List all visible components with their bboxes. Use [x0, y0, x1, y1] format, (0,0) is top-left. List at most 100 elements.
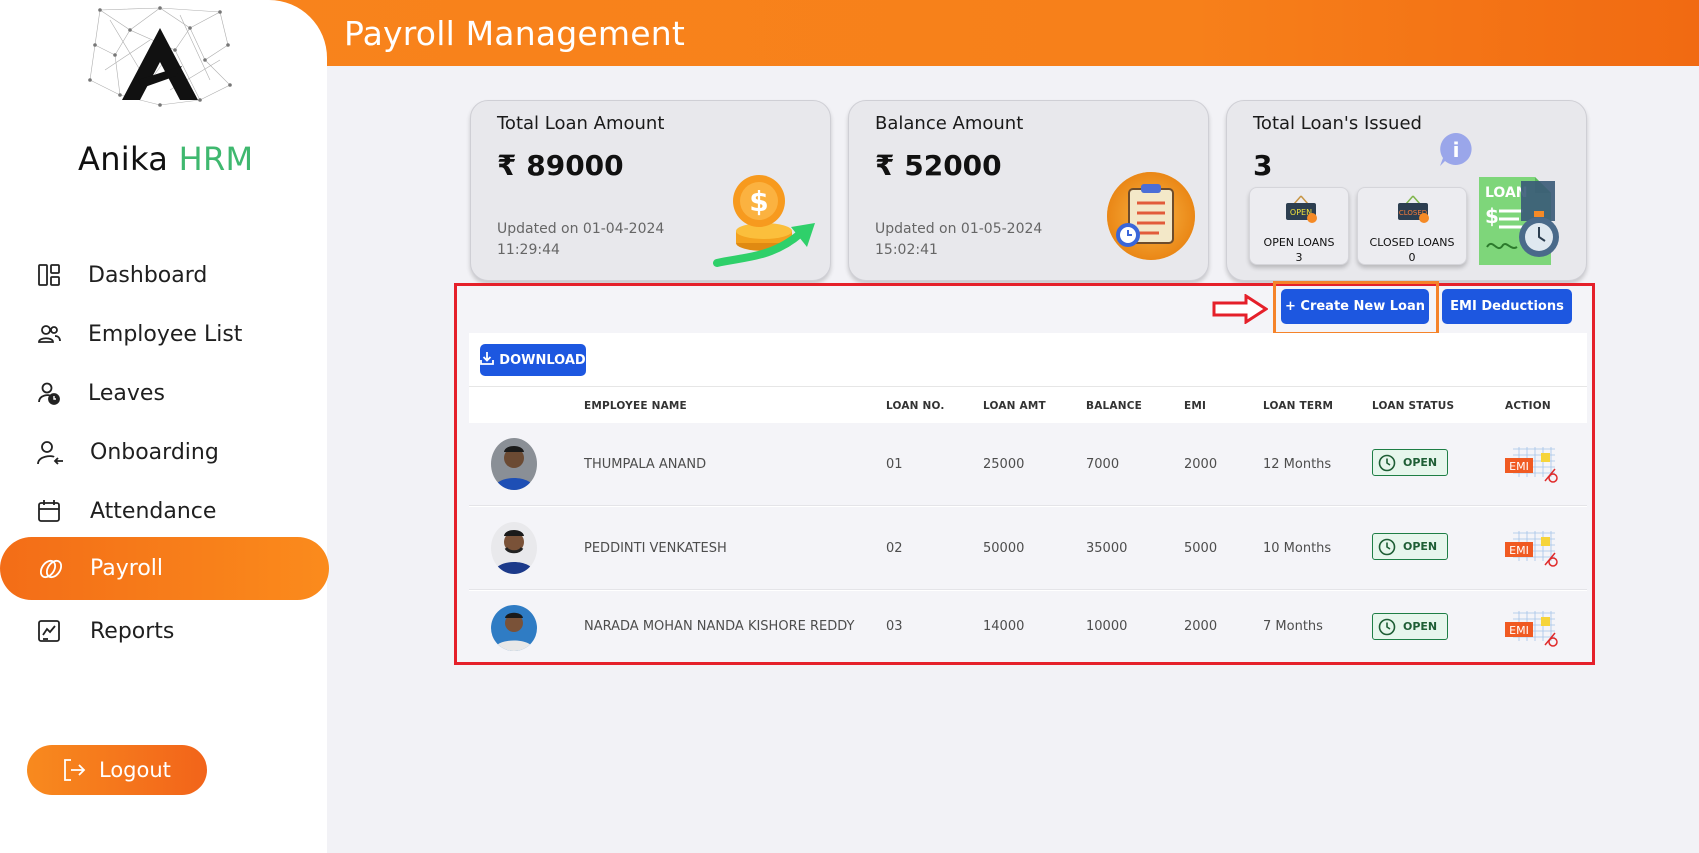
svg-text:$: $ [1485, 204, 1499, 228]
closed-loans-label: CLOSED LOANS [1369, 236, 1455, 249]
brand-name-part1: Anika [78, 140, 169, 178]
column-header: EMPLOYEE NAME [584, 400, 687, 412]
updated-time: 11:29:44 [497, 242, 560, 258]
updated-timestamp: Updated on 01-04-2024 11:29:44 [497, 219, 664, 261]
table-header: EMPLOYEE NAME LOAN NO. LOAN AMT BALANCE … [469, 386, 1587, 423]
loan-no: 01 [886, 457, 903, 472]
sidebar-item-reports[interactable]: Reports [0, 602, 327, 660]
status-badge: OPEN [1372, 533, 1448, 560]
loan-document-icon: LOAN $ [1473, 171, 1569, 271]
download-button[interactable]: DOWNLOAD [480, 344, 586, 376]
open-loans-count: 3 [1295, 251, 1303, 264]
employee-name: NARADA MOHAN NANDA KISHORE REDDY [584, 619, 855, 634]
svg-text:$: $ [749, 185, 768, 218]
status-text: OPEN [1403, 540, 1438, 553]
coin-growth-icon: $ [711, 171, 823, 275]
emi-icon-text: EMI [1509, 460, 1529, 473]
open-loans-card[interactable]: OPEN OPEN LOANS 3 [1249, 187, 1349, 265]
closed-loans-count: 0 [1408, 251, 1416, 264]
sidebar-item-employee-list[interactable]: Employee List [0, 305, 327, 363]
sidebar-item-leaves[interactable]: Leaves [0, 364, 327, 422]
brand-name-part2: HRM [178, 140, 254, 178]
updated-date: Updated on 01-04-2024 [497, 221, 665, 237]
logout-label: Logout [99, 758, 171, 782]
sidebar-item-payroll[interactable]: Payroll [0, 537, 329, 600]
card-title: Total Loan Amount [497, 113, 665, 134]
sidebar-item-dashboard[interactable]: Dashboard [0, 246, 327, 304]
logout-button[interactable]: Logout [27, 745, 207, 795]
loans-issued-value: 3 [1253, 149, 1273, 182]
leaves-icon [36, 380, 62, 406]
avatar [491, 522, 537, 574]
sidebar-item-label: Attendance [90, 498, 217, 524]
loan-term: 12 Months [1263, 457, 1332, 472]
loan-amount: 14000 [983, 619, 1025, 634]
avatar [491, 438, 537, 490]
total-loan-value: ₹ 89000 [497, 149, 624, 182]
sidebar-item-label: Leaves [88, 380, 165, 406]
updated-time: 15:02:41 [875, 242, 938, 258]
clipboard-icon [1105, 169, 1197, 267]
column-header: EMI [1184, 400, 1207, 412]
reports-icon [36, 618, 62, 644]
loan-amount: 25000 [983, 457, 1025, 472]
brand-name: Anika HRM [78, 140, 253, 178]
loan-balance: 35000 [1086, 541, 1128, 556]
updated-date: Updated on 01-05-2024 [875, 221, 1043, 237]
table-row: THUMPALA ANAND 01 25000 7000 2000 12 Mon… [469, 423, 1587, 506]
sidebar-item-attendance[interactable]: Attendance [0, 482, 327, 540]
sidebar-item-label: Employee List [88, 321, 243, 347]
emi-action-icon[interactable]: EMI [1505, 445, 1559, 483]
brand-logo [80, 0, 240, 110]
column-header: LOAN AMT [983, 400, 1046, 412]
download-icon [480, 351, 495, 369]
pointer-arrow-icon [1212, 293, 1269, 325]
closed-loans-card[interactable]: CLOSED CLOSED LOANS 0 [1357, 187, 1467, 265]
loan-balance: 10000 [1086, 619, 1128, 634]
column-header: ACTION [1505, 400, 1551, 412]
svg-text:i: i [1453, 138, 1460, 162]
column-header: LOAN STATUS [1372, 400, 1455, 412]
emi-action-icon[interactable]: EMI [1505, 529, 1559, 567]
dashboard-icon [36, 262, 62, 288]
download-label: DOWNLOAD [499, 352, 586, 368]
balance-card: Balance Amount ₹ 52000 Updated on 01-05-… [848, 100, 1209, 281]
employee-name: THUMPALA ANAND [584, 457, 707, 472]
status-badge: OPEN [1372, 613, 1448, 640]
emi-deductions-button[interactable]: EMI Deductions [1442, 289, 1572, 324]
loans-issued-card: Total Loan's Issued 3 i OPEN OPEN LOANS … [1226, 100, 1587, 281]
clock-icon [1378, 618, 1396, 635]
table-row: PEDDINTI VENKATESH 02 50000 35000 5000 1… [469, 507, 1587, 590]
clock-icon [1378, 538, 1396, 555]
open-loans-label: OPEN LOANS [1263, 236, 1335, 249]
emi-icon-text: EMI [1509, 624, 1529, 637]
create-new-loan-button[interactable]: + Create New Loan [1281, 289, 1429, 324]
table-row: NARADA MOHAN NANDA KISHORE REDDY 03 1400… [469, 591, 1587, 661]
loan-term: 7 Months [1263, 619, 1323, 634]
sidebar-item-onboarding[interactable]: Onboarding [0, 423, 327, 481]
card-title: Total Loan's Issued [1253, 113, 1422, 134]
column-header: BALANCE [1086, 400, 1143, 412]
sidebar: Anika HRM Dashboard Employee List Leaves… [0, 0, 329, 853]
emi-action-icon[interactable]: EMI [1505, 609, 1559, 647]
loan-emi: 2000 [1184, 619, 1218, 634]
loan-no: 03 [886, 619, 903, 634]
total-loan-card: Total Loan Amount ₹ 89000 Updated on 01-… [470, 100, 831, 281]
loan-emi: 5000 [1184, 541, 1218, 556]
status-text: OPEN [1403, 456, 1438, 469]
loan-amount: 50000 [983, 541, 1025, 556]
loan-balance: 7000 [1086, 457, 1120, 472]
loan-term: 10 Months [1263, 541, 1332, 556]
closed-sign-icon: CLOSED [1396, 194, 1430, 224]
calendar-icon [36, 498, 62, 524]
onboarding-icon [36, 439, 63, 465]
avatar [491, 605, 537, 651]
sidebar-item-label: Onboarding [90, 439, 219, 465]
open-sign-icon: OPEN [1284, 194, 1318, 224]
loan-emi: 2000 [1184, 457, 1218, 472]
sidebar-item-label: Payroll [90, 556, 164, 581]
column-header: LOAN TERM [1263, 400, 1334, 412]
sidebar-item-label: Reports [90, 618, 175, 644]
info-icon[interactable]: i [1437, 131, 1475, 173]
sidebar-item-label: Dashboard [88, 262, 208, 288]
